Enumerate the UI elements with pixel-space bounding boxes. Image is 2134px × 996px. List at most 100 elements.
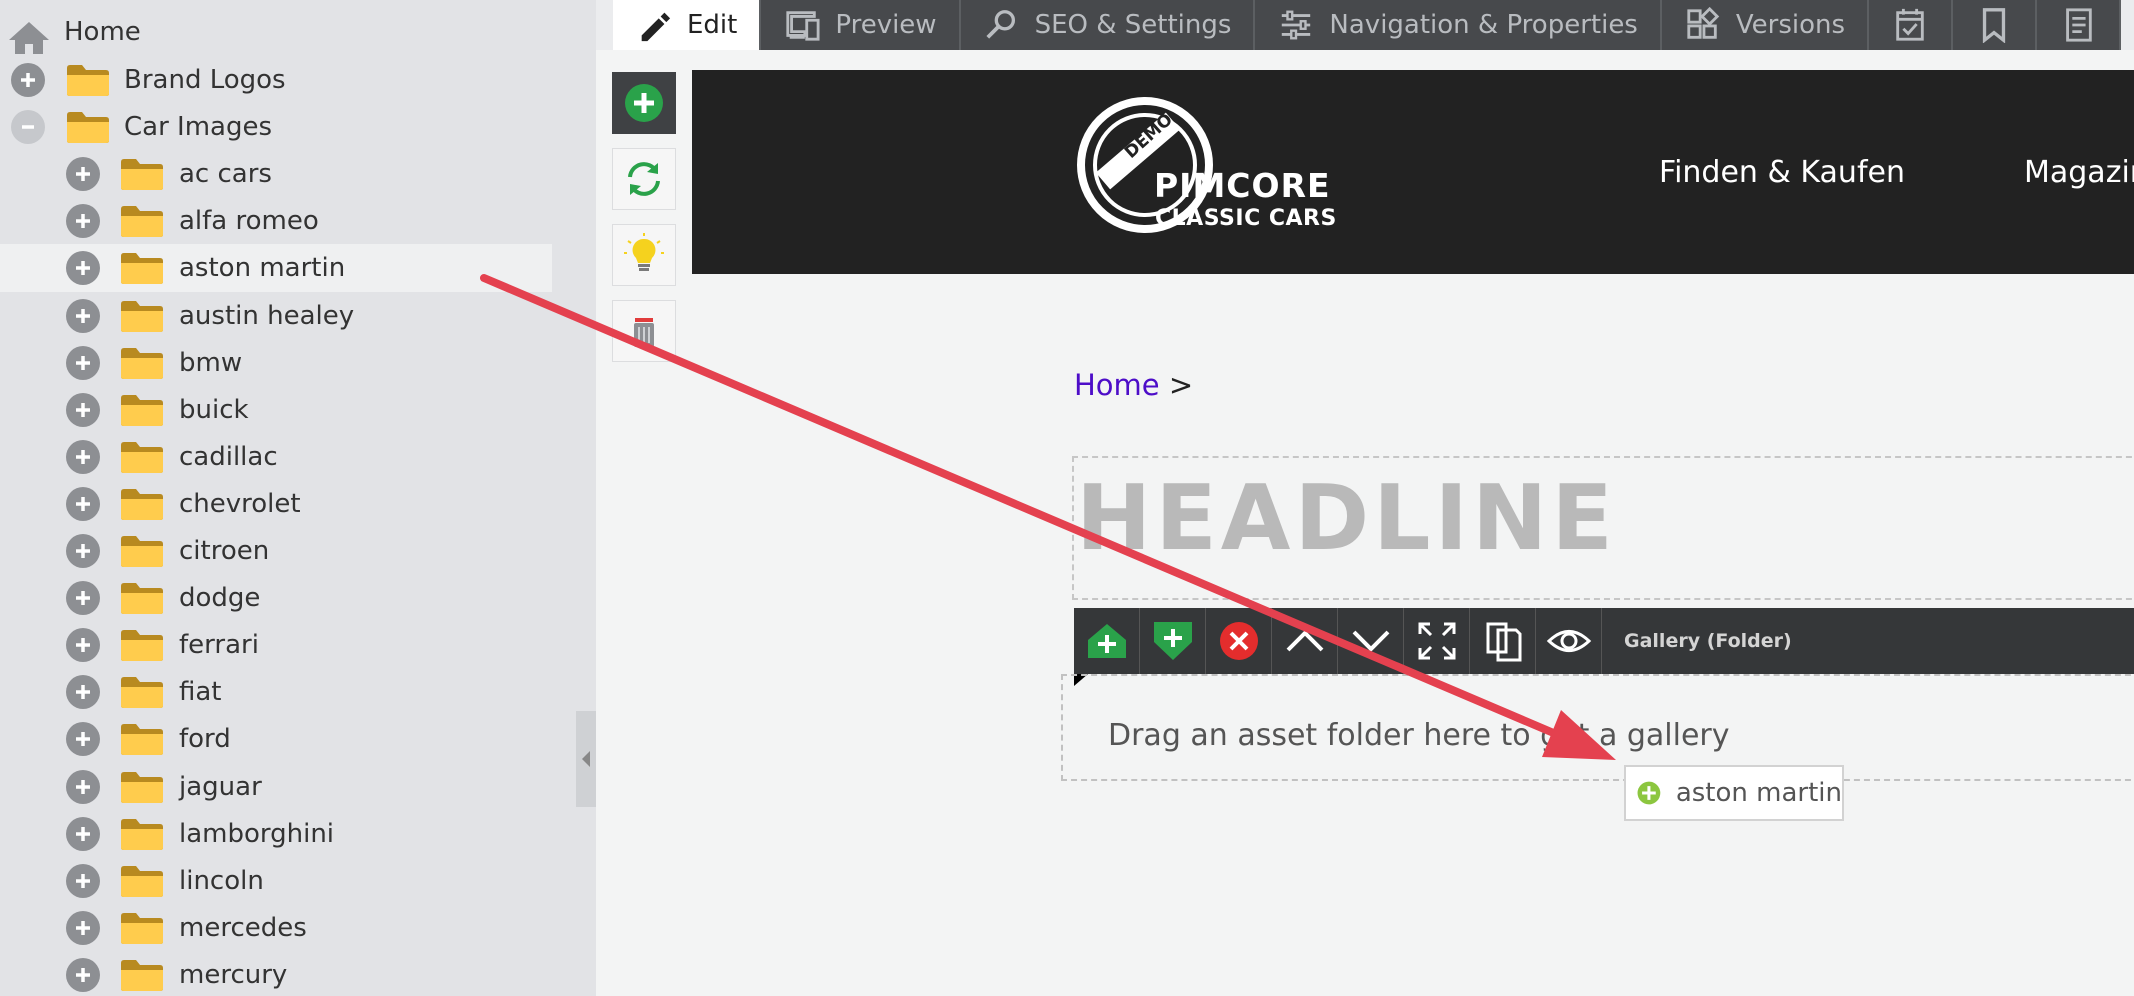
tab-navigation-properties[interactable]: Navigation & Properties xyxy=(1255,0,1662,50)
tree-item-label: mercedes xyxy=(179,912,307,943)
breadcrumb-home-link[interactable]: Home xyxy=(1074,368,1160,402)
move-up-icon xyxy=(1286,630,1323,652)
tree-item-ac-cars[interactable]: ac cars xyxy=(0,150,552,198)
copy-area-button[interactable] xyxy=(1470,608,1536,674)
tree-item-mercury[interactable]: mercury xyxy=(0,951,552,996)
tab-bookmark[interactable] xyxy=(1953,0,2038,50)
minus-icon xyxy=(22,125,34,129)
folder-icon xyxy=(121,536,163,567)
asset-tree: Home Brand Logos Car Images ac cars alfa ro… xyxy=(0,0,596,996)
trash-icon xyxy=(634,318,654,347)
tree-item-citroen[interactable]: citroen xyxy=(0,527,552,575)
expand-toggle[interactable] xyxy=(66,910,100,945)
folder-icon xyxy=(121,865,163,897)
tree-item-car-images[interactable]: Car Images xyxy=(0,103,552,151)
plus-icon xyxy=(76,496,90,511)
tree-item-austin-healey[interactable]: austin healey xyxy=(0,292,552,340)
expand-toggle[interactable] xyxy=(11,63,45,97)
expand-toggle[interactable] xyxy=(66,534,100,568)
add-area-above-button[interactable] xyxy=(1074,608,1140,674)
tree-item-aston-martin[interactable]: aston martin xyxy=(0,244,552,293)
tree-item-alfa-romeo[interactable]: alfa romeo xyxy=(0,197,552,245)
tab-seo-settings[interactable]: SEO & Settings xyxy=(960,0,1256,50)
drop-zone-hint: Drag an asset folder here to get a galle… xyxy=(1108,718,1730,753)
sliders-icon xyxy=(1282,10,1311,40)
collapse-tree-handle[interactable] xyxy=(576,711,596,807)
plus-icon xyxy=(76,826,90,841)
tree-item-lamborghini[interactable]: lamborghini xyxy=(0,810,552,858)
tab-calendar-check[interactable] xyxy=(1869,0,1954,50)
tree-item-cadillac[interactable]: cadillac xyxy=(0,433,552,481)
folder-icon xyxy=(121,347,163,379)
tab-versions[interactable]: Versions xyxy=(1661,0,1870,50)
folder-icon xyxy=(67,112,109,144)
tree-item-mercedes[interactable]: mercedes xyxy=(0,904,552,952)
expand-toggle[interactable] xyxy=(66,204,100,239)
tree-item-chevrolet[interactable]: chevrolet xyxy=(0,480,552,528)
document-icon xyxy=(2066,8,2092,42)
folder-icon xyxy=(121,441,163,473)
expand-toggle[interactable] xyxy=(66,392,100,427)
fullscreen-button[interactable] xyxy=(1404,608,1470,674)
tab-label: Edit xyxy=(687,10,738,40)
headline-text: HEADLINE xyxy=(1076,466,1617,571)
move-up-button[interactable] xyxy=(1272,608,1338,674)
expand-toggle[interactable] xyxy=(66,769,100,804)
refresh-button[interactable] xyxy=(612,148,676,210)
trash-button[interactable] xyxy=(612,300,676,362)
expand-toggle[interactable] xyxy=(66,722,100,757)
expand-toggle[interactable] xyxy=(66,345,100,380)
move-down-button[interactable] xyxy=(1338,608,1404,674)
tree-item-jaguar[interactable]: jaguar xyxy=(0,763,552,811)
remove-area-button[interactable] xyxy=(1206,608,1272,674)
expand-toggle[interactable] xyxy=(66,675,100,710)
expand-toggle[interactable] xyxy=(66,298,100,333)
expand-toggle[interactable] xyxy=(66,628,100,663)
tree-item-home[interactable]: Home xyxy=(0,8,552,56)
expand-toggle[interactable] xyxy=(66,816,100,851)
expand-toggle[interactable] xyxy=(66,486,100,521)
expand-toggle[interactable] xyxy=(66,439,100,474)
tree-item-label: alfa romeo xyxy=(179,206,319,237)
tab-document[interactable] xyxy=(2037,0,2122,50)
toggle-visibility-button[interactable] xyxy=(1536,608,1602,674)
tree-item-dodge[interactable]: dodge xyxy=(0,574,552,622)
plus-icon xyxy=(76,167,90,182)
folder-icon xyxy=(121,959,163,991)
nav-item-finden-kaufen[interactable]: Finden & Kaufen xyxy=(1659,155,1905,190)
expand-toggle[interactable] xyxy=(66,157,100,192)
expand-toggle[interactable] xyxy=(66,251,100,286)
tree-item-buick[interactable]: buick xyxy=(0,386,552,434)
tree-item-ferrari[interactable]: ferrari xyxy=(0,621,552,669)
tab-preview[interactable]: Preview xyxy=(761,0,961,50)
expand-toggle[interactable] xyxy=(66,863,100,898)
tree-item-label: ford xyxy=(179,724,231,755)
tree-item-bmw[interactable]: bmw xyxy=(0,339,552,387)
tree-item-lincoln[interactable]: lincoln xyxy=(0,857,552,905)
copy-icon xyxy=(1486,622,1521,662)
plus-icon xyxy=(76,920,90,935)
gallery-drop-zone[interactable]: Drag an asset folder here to get a galle… xyxy=(1061,674,2134,781)
plus-icon xyxy=(76,402,90,417)
tree-item-fiat[interactable]: fiat xyxy=(0,668,552,716)
tree-item-label: chevrolet xyxy=(179,488,301,519)
drag-proxy-tooltip: aston martin xyxy=(1624,765,1844,821)
folder-icon xyxy=(121,394,163,426)
tab-edit[interactable]: Edit xyxy=(613,0,762,50)
tree-item-brand-logos[interactable]: Brand Logos xyxy=(0,56,552,104)
headline-editable[interactable]: HEADLINE xyxy=(1072,456,2134,600)
add-tool-button[interactable] xyxy=(612,72,676,134)
tree-item-label: Brand Logos xyxy=(124,65,286,95)
bookmark-icon xyxy=(1982,8,2006,43)
nav-item-magazin[interactable]: Magazin xyxy=(2024,155,2134,190)
expand-toggle[interactable] xyxy=(66,581,100,616)
site-header: DEMO PIMCORE CLASSIC CARS Finden & Kaufe… xyxy=(692,70,2134,274)
lightbulb-button[interactable] xyxy=(612,224,676,286)
add-area-below-button[interactable] xyxy=(1140,608,1206,674)
tab-label: Versions xyxy=(1735,10,1846,40)
caret-left-icon xyxy=(582,751,590,767)
collapse-toggle[interactable] xyxy=(11,110,45,145)
tree-item-label: austin healey xyxy=(179,300,355,331)
tree-item-ford[interactable]: ford xyxy=(0,715,552,763)
expand-toggle[interactable] xyxy=(66,957,100,992)
